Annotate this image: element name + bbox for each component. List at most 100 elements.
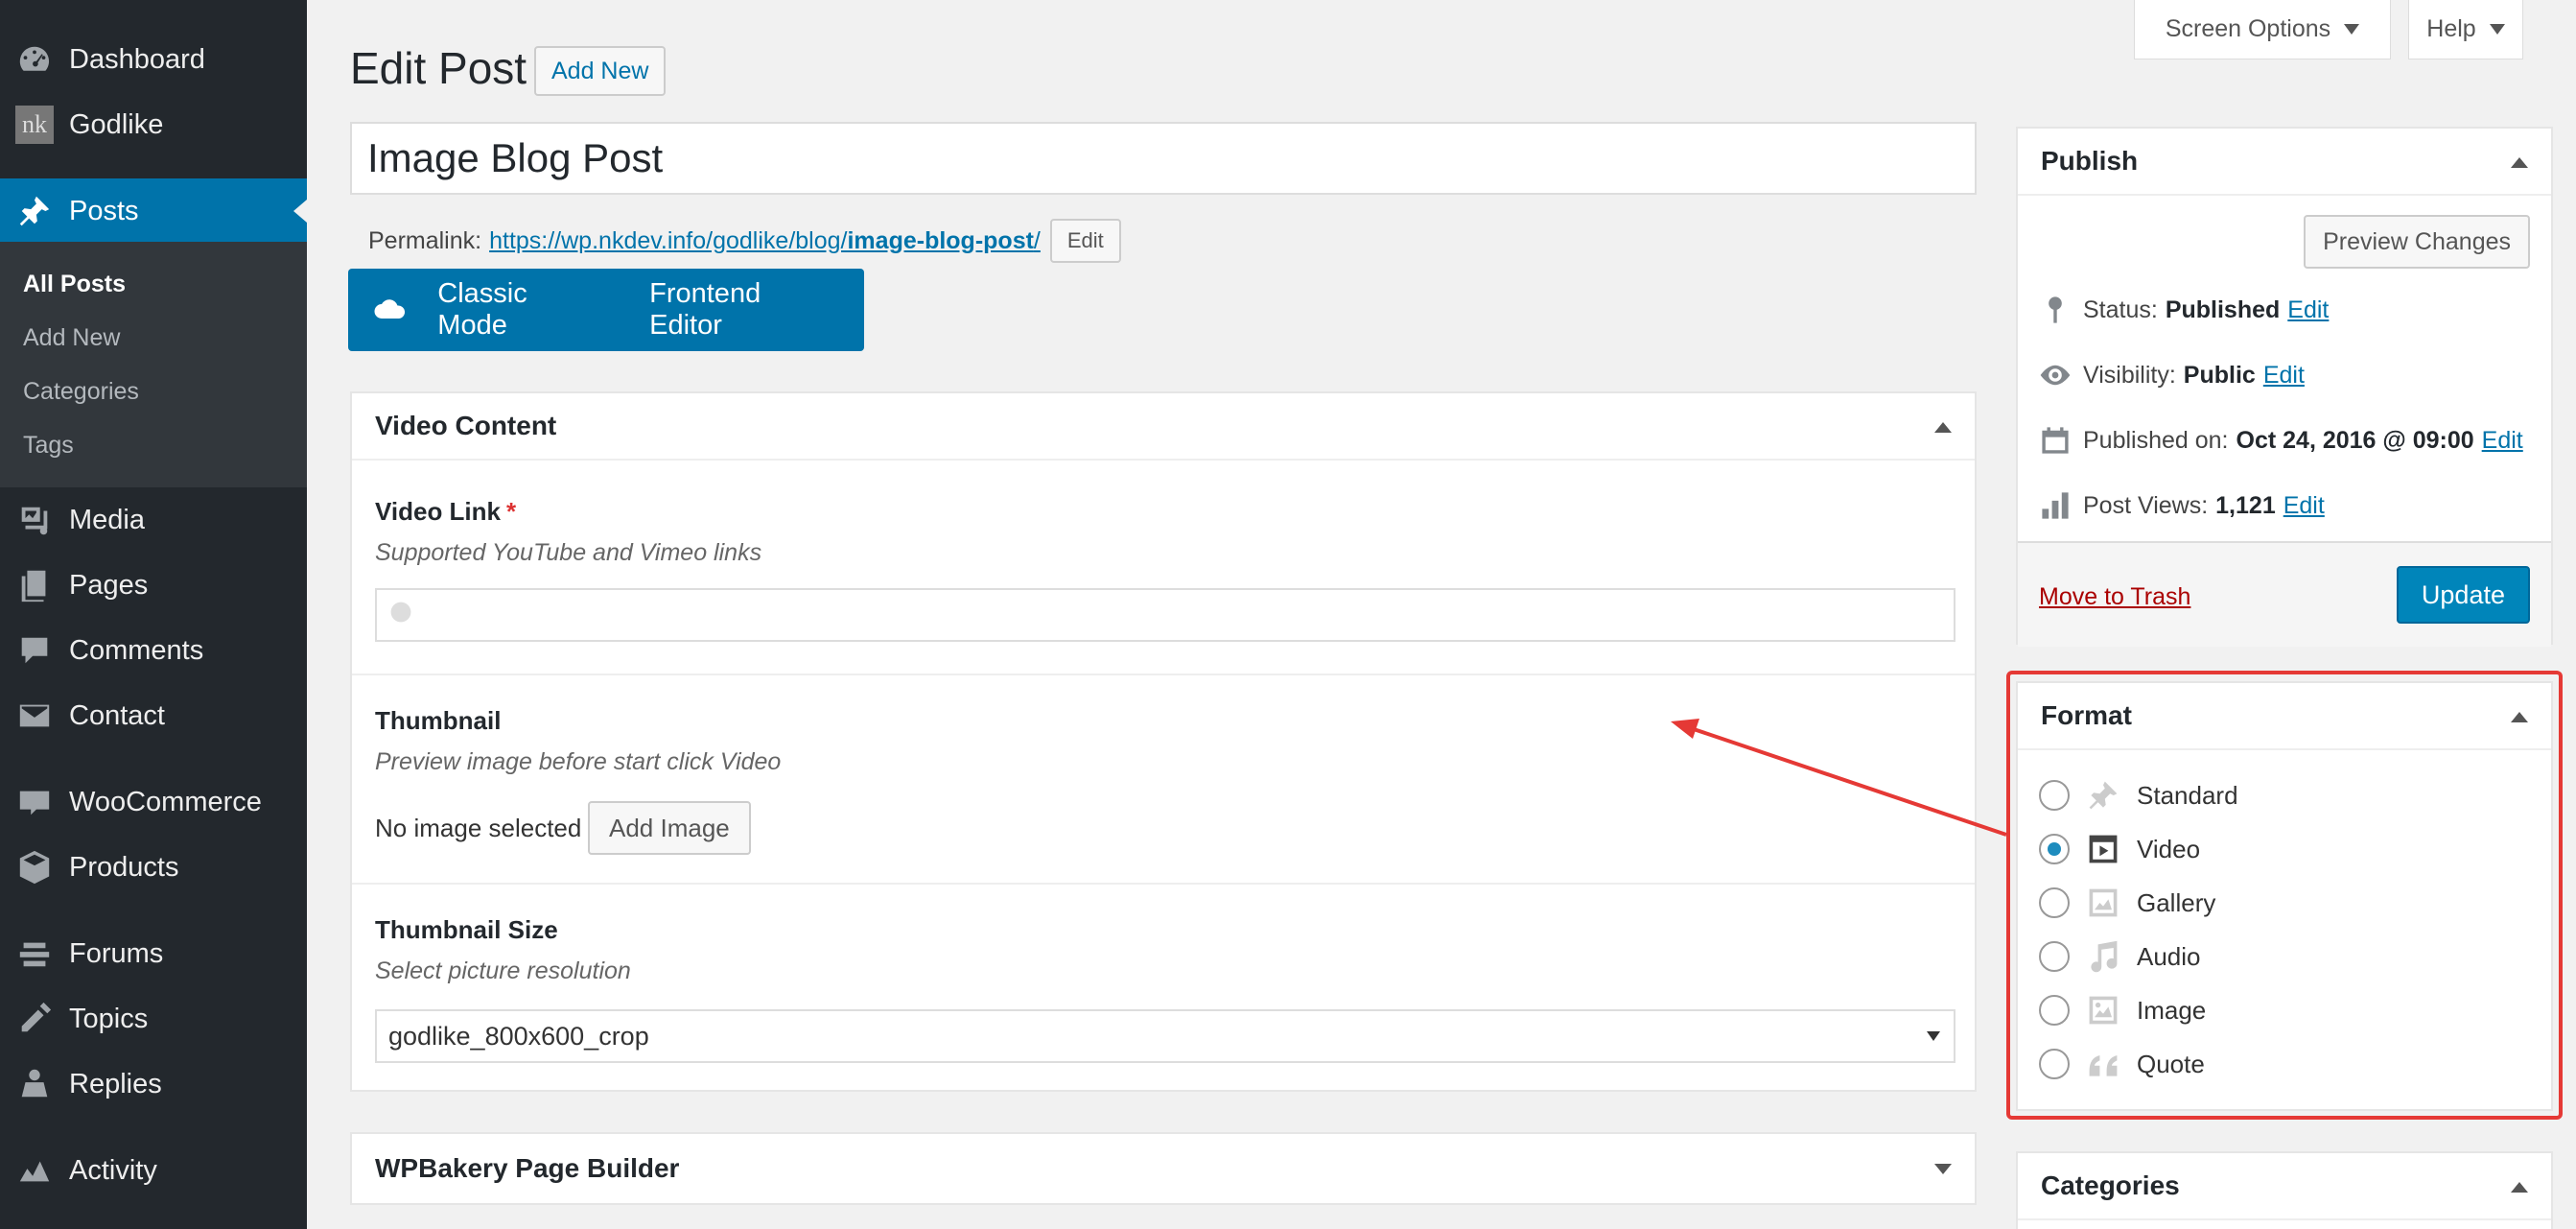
classic-mode-button[interactable]: Classic Mode bbox=[437, 278, 599, 342]
video-link-label: Video Link * bbox=[375, 497, 516, 527]
sidebar-item-comments[interactable]: Comments bbox=[0, 618, 307, 683]
screen-options-label: Screen Options bbox=[2165, 15, 2331, 42]
video-content-header[interactable]: Video Content bbox=[352, 393, 1975, 461]
post-views-edit-link[interactable]: Edit bbox=[2283, 492, 2325, 520]
sidebar-item-label: Replies bbox=[69, 1068, 162, 1099]
permalink-link[interactable]: https://wp.nkdev.info/godlike/blog/image… bbox=[489, 227, 1041, 255]
permalink-label: Permalink: bbox=[368, 226, 482, 254]
caret-down-icon bbox=[1927, 1031, 1940, 1041]
sidebar-item-pages[interactable]: Pages bbox=[0, 553, 307, 618]
frontend-editor-button[interactable]: Frontend Editor bbox=[649, 278, 835, 342]
comments-icon bbox=[15, 631, 54, 670]
sidebar-item-forums[interactable]: Forums bbox=[0, 921, 307, 986]
categories-title: Categories bbox=[2041, 1170, 2180, 1200]
published-on-value: Oct 24, 2016 @ 09:00 bbox=[2236, 426, 2474, 454]
permalink-edit-button[interactable]: Edit bbox=[1049, 219, 1121, 263]
categories-box: Categories bbox=[2016, 1151, 2553, 1229]
status-edit-link[interactable]: Edit bbox=[2287, 296, 2329, 324]
sidebar-item-products[interactable]: Products bbox=[0, 835, 307, 900]
publish-title: Publish bbox=[2041, 146, 2139, 176]
publish-box: Publish Preview Changes Status: Publishe… bbox=[2016, 127, 2553, 647]
forums-icon bbox=[15, 934, 54, 973]
sidebar-item-woocommerce[interactable]: WooCommerce bbox=[0, 769, 307, 835]
post-views-value: 1,121 bbox=[2215, 491, 2276, 519]
sidebar-item-label: Forums bbox=[69, 937, 164, 969]
video-link-desc: Supported YouTube and Vimeo links bbox=[375, 539, 762, 566]
categories-header[interactable]: Categories bbox=[2018, 1153, 2551, 1220]
caret-down-icon bbox=[2489, 24, 2505, 35]
post-views-row: Post Views: 1,121 Edit bbox=[2037, 487, 2325, 524]
sidebar-item-label: Posts bbox=[69, 195, 139, 226]
published-on-edit-link[interactable]: Edit bbox=[2482, 427, 2523, 455]
sidebar-item-media[interactable]: Media bbox=[0, 487, 307, 553]
update-button[interactable]: Update bbox=[2396, 566, 2530, 624]
move-to-trash-link[interactable]: Move to Trash bbox=[2039, 583, 2190, 611]
help-label: Help bbox=[2426, 15, 2476, 42]
sidebar-item-label: WooCommerce bbox=[69, 786, 262, 817]
sidebar-item-label: Comments bbox=[69, 634, 204, 666]
sidebar-item-label: Media bbox=[69, 504, 145, 535]
collapse-arrow-icon[interactable] bbox=[1934, 422, 1952, 433]
video-link-input[interactable] bbox=[375, 588, 1955, 642]
sidebar-item-topics[interactable]: Topics bbox=[0, 986, 307, 1052]
sidebar-item-replies[interactable]: Replies bbox=[0, 1052, 307, 1117]
bar-chart-icon bbox=[2037, 487, 2073, 524]
dashboard-icon bbox=[15, 40, 54, 79]
sidebar-item-label: Godlike bbox=[69, 108, 164, 140]
permalink-tail: / bbox=[1033, 226, 1041, 254]
no-image-text: No image selected bbox=[375, 814, 582, 842]
submenu-tags[interactable]: Tags bbox=[23, 432, 74, 460]
topics-icon bbox=[15, 1000, 54, 1038]
add-image-button[interactable]: Add Image bbox=[588, 801, 751, 855]
sidebar-item-dashboard[interactable]: Dashboard bbox=[0, 27, 307, 92]
sidebar-item-label: Topics bbox=[69, 1003, 149, 1034]
sidebar-item-label: Dashboard bbox=[69, 43, 205, 75]
mail-icon bbox=[15, 697, 54, 735]
required-mark: * bbox=[506, 497, 517, 526]
video-content-box: Video Content Video Link * Supported YouT… bbox=[350, 391, 1977, 1092]
thumbnail-label: Thumbnail bbox=[375, 706, 502, 735]
godlike-logo-icon: nk bbox=[15, 106, 54, 144]
thumbnail-desc: Preview image before start click Video bbox=[375, 748, 782, 775]
thumbnail-size-desc: Select picture resolution bbox=[375, 957, 631, 984]
submenu-categories[interactable]: Categories bbox=[23, 378, 139, 406]
media-icon bbox=[15, 501, 54, 539]
divider bbox=[352, 674, 1975, 675]
add-new-button[interactable]: Add New bbox=[534, 46, 667, 96]
collapse-arrow-icon[interactable] bbox=[2511, 1182, 2528, 1193]
publish-footer: Move to Trash Update bbox=[2018, 541, 2551, 647]
activity-icon bbox=[15, 1151, 54, 1190]
globe-icon bbox=[388, 600, 413, 631]
products-icon bbox=[15, 848, 54, 886]
sidebar-item-activity[interactable]: Activity bbox=[0, 1138, 307, 1203]
help-tab[interactable]: Help bbox=[2408, 0, 2523, 59]
visibility-row: Visibility: Public Edit bbox=[2037, 357, 2305, 393]
screen-options-tab[interactable]: Screen Options bbox=[2134, 0, 2391, 59]
submenu-all-posts[interactable]: All Posts bbox=[23, 271, 126, 298]
sidebar-item-contact[interactable]: Contact bbox=[0, 683, 307, 748]
expand-arrow-icon[interactable] bbox=[1934, 1164, 1952, 1174]
publish-header[interactable]: Publish bbox=[2018, 129, 2551, 196]
post-title-input[interactable]: Image Blog Post bbox=[350, 122, 1977, 195]
video-link-label-text: Video Link bbox=[375, 497, 501, 526]
sidebar-item-posts[interactable]: Posts bbox=[0, 178, 307, 244]
post-views-label: Post Views: bbox=[2083, 491, 2209, 519]
pages-icon bbox=[15, 566, 54, 604]
calendar-icon bbox=[2037, 422, 2073, 459]
thumbnail-size-value: godlike_800x600_crop bbox=[388, 1021, 649, 1051]
caret-down-icon bbox=[2344, 24, 2360, 35]
status-row: Status: Published Edit bbox=[2037, 292, 2329, 328]
admin-sidebar: Dashboard nk Godlike Posts All Posts Add… bbox=[0, 0, 307, 1229]
preview-changes-button[interactable]: Preview Changes bbox=[2304, 215, 2530, 269]
thumbnail-size-select[interactable]: godlike_800x600_crop bbox=[375, 1009, 1955, 1063]
collapse-arrow-icon[interactable] bbox=[2511, 157, 2528, 168]
sidebar-item-label: Products bbox=[69, 851, 179, 883]
divider bbox=[352, 883, 1975, 885]
video-content-title: Video Content bbox=[375, 411, 557, 440]
visibility-edit-link[interactable]: Edit bbox=[2263, 362, 2305, 390]
submenu-add-new[interactable]: Add New bbox=[23, 324, 120, 352]
sidebar-item-godlike[interactable]: nk Godlike bbox=[0, 92, 307, 157]
wpbakery-header[interactable]: WPBakery Page Builder bbox=[352, 1134, 1975, 1203]
thumbnail-size-label: Thumbnail Size bbox=[375, 915, 558, 944]
sidebar-item-label: Activity bbox=[69, 1154, 157, 1186]
